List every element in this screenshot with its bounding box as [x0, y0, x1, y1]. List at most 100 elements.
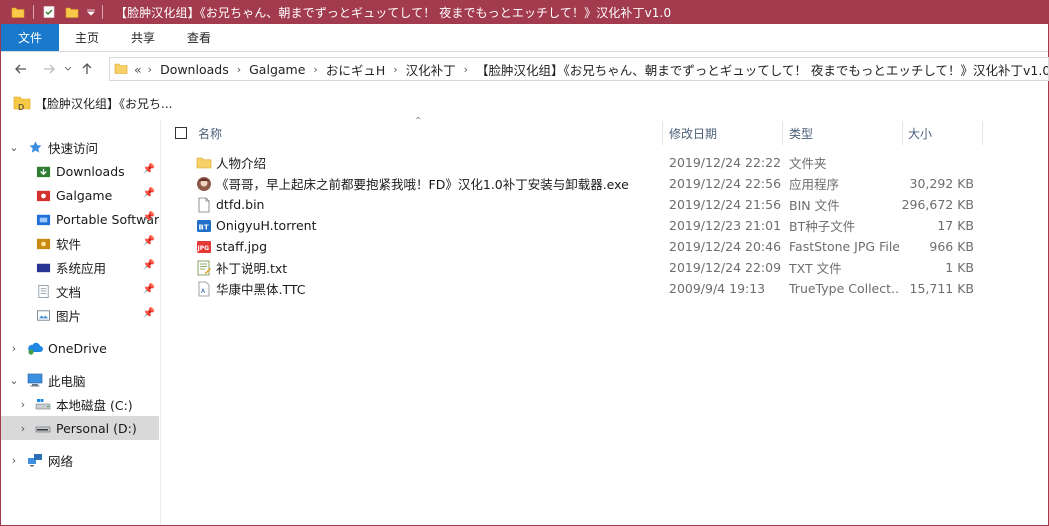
nav-item-software[interactable]: 软件 📌: [1, 231, 159, 255]
pictures-icon: [35, 307, 51, 323]
customize-toolbar-icon[interactable]: [86, 3, 96, 21]
downloads-icon: [35, 163, 51, 179]
file-row[interactable]: dtfd.bin 2019/12/24 21:56 BIN 文件 296,672…: [162, 194, 982, 215]
font-icon: A: [196, 281, 212, 297]
txt-icon: [196, 260, 212, 276]
expand-chevron-icon[interactable]: ›: [17, 422, 29, 435]
file-name: 华康中黑体.TTC: [216, 282, 306, 297]
documents-icon: [35, 283, 51, 299]
file-row[interactable]: 人物介绍 2019/12/24 22:22 文件夹: [162, 152, 982, 173]
nav-network[interactable]: › 网络: [1, 448, 159, 472]
exe-icon: [196, 176, 212, 192]
pin-icon[interactable]: 📌: [143, 260, 155, 271]
file-type: TrueType Collect...: [789, 281, 899, 296]
column-divider[interactable]: [982, 121, 983, 145]
nav-drive-d[interactable]: › Personal (D:): [1, 416, 159, 440]
column-divider[interactable]: [782, 121, 783, 145]
folder-tab-label: 【脸肿汉化组】《お兄ち...: [35, 96, 173, 111]
nav-item-downloads[interactable]: Downloads 📌: [1, 159, 159, 183]
recent-locations-chevron-icon[interactable]: [61, 57, 75, 81]
navigation-bar: « › Downloads › Galgame › おにギュH › 汉化补丁 ›…: [1, 52, 1049, 86]
nav-item-galgame[interactable]: Galgame 📌: [1, 183, 159, 207]
expand-chevron-icon[interactable]: ›: [8, 342, 20, 355]
tab-file[interactable]: 文件: [1, 24, 60, 51]
tab-home[interactable]: 主页: [59, 24, 115, 51]
jpg-icon: JPG: [196, 239, 212, 255]
file-size: [902, 152, 974, 173]
file-date: 2019/12/24 20:46: [669, 239, 782, 254]
file-row[interactable]: 《哥哥，早上起床之前都要抱紧我哦！FD》汉化1.0补丁安装与卸载器.exe 20…: [162, 173, 982, 194]
folder-red-icon: [35, 187, 51, 203]
breadcrumb-patch[interactable]: 汉化补丁: [406, 60, 456, 79]
nav-label: 文档: [56, 284, 82, 300]
column-divider[interactable]: [902, 121, 903, 145]
file-name: dtfd.bin: [216, 197, 265, 212]
pin-icon[interactable]: 📌: [143, 284, 155, 295]
expand-chevron-icon[interactable]: ›: [17, 398, 29, 411]
svg-text:JPG: JPG: [197, 245, 210, 252]
back-arrow-icon[interactable]: [9, 57, 33, 81]
file-row[interactable]: BT OnigyuH.torrent 2019/12/23 21:01 BT种子…: [162, 215, 982, 236]
breadcrumb-separator: ›: [393, 62, 398, 76]
up-arrow-icon[interactable]: [75, 57, 99, 81]
ribbon-tabs: 文件 主页 共享 查看: [1, 24, 1048, 52]
nav-onedrive[interactable]: › OneDrive: [1, 336, 159, 360]
nav-drive-c[interactable]: › 本地磁盘 (C:): [1, 392, 159, 416]
pin-icon[interactable]: 📌: [143, 212, 155, 223]
expand-chevron-icon[interactable]: ⌄: [8, 141, 20, 154]
file-size: 15,711 KB: [909, 281, 974, 296]
forward-arrow-icon[interactable]: [37, 57, 61, 81]
properties-icon[interactable]: [40, 3, 58, 21]
file-date: 2019/12/24 22:09: [669, 260, 782, 275]
nav-item-pictures[interactable]: 图片 📌: [1, 303, 159, 327]
file-size: 296,672 KB: [902, 197, 974, 212]
pin-icon[interactable]: 📌: [143, 308, 155, 319]
pin-icon[interactable]: 📌: [143, 188, 155, 199]
toolbar-separator: [102, 5, 103, 19]
pin-icon[interactable]: 📌: [143, 236, 155, 247]
nav-item-portable-software[interactable]: Portable Software 📌: [1, 207, 159, 231]
tab-view[interactable]: 查看: [171, 24, 227, 51]
pin-icon[interactable]: 📌: [143, 164, 155, 175]
breadcrumb-overflow[interactable]: «: [134, 62, 142, 77]
breadcrumb-separator: ›: [313, 62, 318, 76]
nav-item-documents[interactable]: 文档 📌: [1, 279, 159, 303]
file-date: 2019/12/23 21:01: [669, 218, 782, 233]
select-all-checkbox[interactable]: [175, 127, 187, 139]
nav-label: Downloads: [56, 163, 125, 179]
window-title: 【脸肿汉化组】《お兄ちゃん、朝までずっとギュッてして！ 夜までもっとエッチして！…: [115, 5, 672, 20]
column-divider[interactable]: [662, 121, 663, 145]
nav-label: 本地磁盘 (C:): [56, 397, 133, 413]
breadcrumb-galgame[interactable]: Galgame: [249, 62, 305, 77]
nav-this-pc[interactable]: ⌄ 此电脑: [1, 368, 159, 392]
nav-quick-access[interactable]: ⌄ 快速访问: [1, 135, 159, 159]
tab-share[interactable]: 共享: [115, 24, 171, 51]
file-row[interactable]: JPG staff.jpg 2019/12/24 20:46 FastStone…: [162, 236, 982, 257]
nav-label: 软件: [56, 236, 82, 252]
file-row[interactable]: 补丁说明.txt 2019/12/24 22:09 TXT 文件 1 KB: [162, 257, 982, 278]
nav-item-system-apps[interactable]: 系统应用 📌: [1, 255, 159, 279]
address-bar[interactable]: « › Downloads › Galgame › おにギュH › 汉化补丁 ›…: [109, 57, 1049, 81]
column-name-header[interactable]: 名称: [198, 118, 658, 148]
file-size: 30,292 KB: [909, 176, 974, 191]
file-date: 2019/12/24 21:56: [669, 197, 782, 212]
nav-label: 网络: [48, 453, 74, 469]
new-folder-icon[interactable]: [63, 3, 81, 21]
svg-text:D: D: [18, 103, 24, 111]
expand-chevron-icon[interactable]: ›: [8, 454, 20, 467]
column-type-header[interactable]: 类型: [789, 118, 899, 148]
folder-icon: [196, 155, 212, 171]
expand-chevron-icon[interactable]: ⌄: [8, 374, 20, 387]
breadcrumb-downloads[interactable]: Downloads: [160, 62, 229, 77]
nav-label: 此电脑: [48, 373, 86, 389]
column-size-header[interactable]: 大小: [908, 118, 978, 148]
column-date-header[interactable]: 修改日期: [669, 118, 779, 148]
drive-d-icon: [35, 420, 51, 436]
folder-tab[interactable]: D 【脸肿汉化组】《お兄ち...: [7, 90, 179, 118]
breadcrumb-current[interactable]: 【脸肿汉化组】《お兄ちゃん、朝までずっとギュッてして！ 夜までもっとエッチして！…: [476, 60, 1048, 79]
folder-icon[interactable]: [9, 3, 27, 21]
breadcrumb-onigyuh[interactable]: おにギュH: [326, 60, 385, 79]
file-name: staff.jpg: [216, 239, 268, 254]
file-name: 人物介绍: [216, 156, 267, 171]
file-row[interactable]: A 华康中黑体.TTC 2009/9/4 19:13 TrueType Coll…: [162, 278, 982, 299]
